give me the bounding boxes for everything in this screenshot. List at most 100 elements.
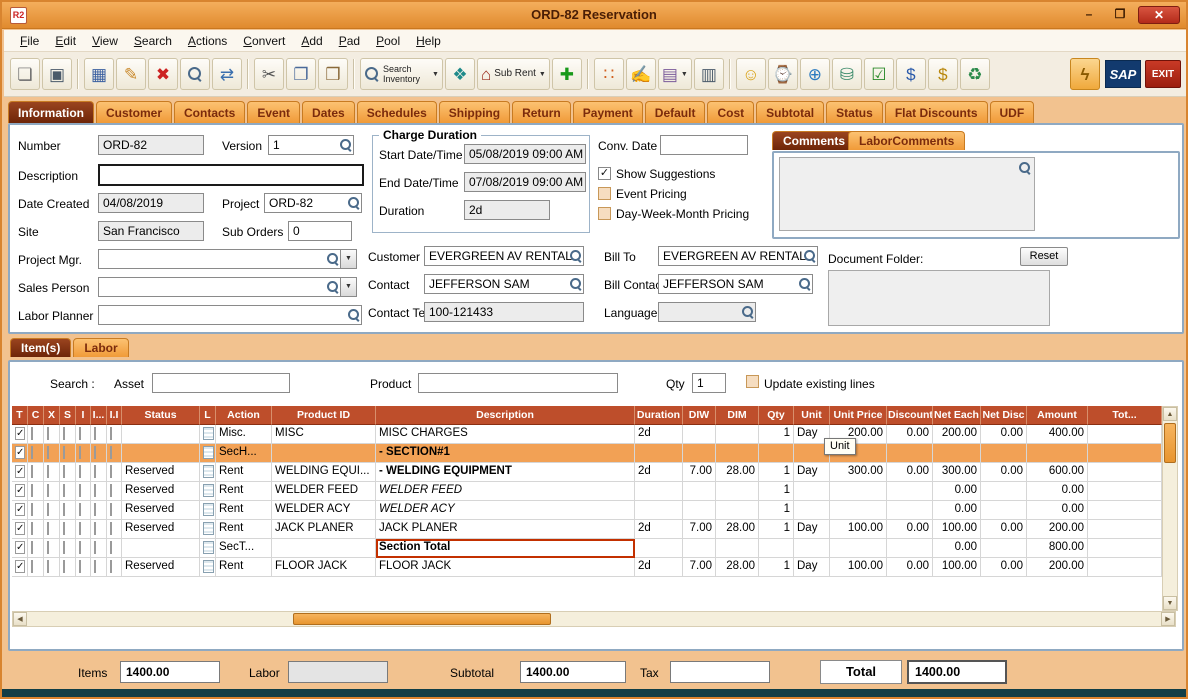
tab-schedules[interactable]: Schedules (357, 101, 437, 123)
table-row[interactable]: Misc.MISCMISC CHARGES2d1Day200.000.00200… (12, 425, 1162, 444)
reset-button[interactable]: Reset (1020, 247, 1068, 266)
export-button[interactable]: ⇄ (212, 58, 242, 90)
menu-pad[interactable]: Pad (331, 32, 368, 50)
column-header-t[interactable]: T (12, 406, 28, 425)
menu-search[interactable]: Search (126, 32, 180, 50)
row-checkbox[interactable] (15, 484, 25, 497)
tab-information[interactable]: Information (8, 101, 94, 123)
table-row[interactable]: ReservedRentFLOOR JACKFLOOR JACK2d7.0028… (12, 558, 1162, 577)
menu-actions[interactable]: Actions (180, 32, 235, 50)
column-header-i-[interactable]: I... (91, 406, 107, 425)
currency-button[interactable]: $ (896, 58, 926, 90)
row-checkbox[interactable] (47, 465, 49, 478)
table-row[interactable]: ReservedRentWELDING EQUI...- WELDING EQU… (12, 463, 1162, 482)
row-checkbox[interactable] (15, 503, 25, 516)
column-header-unit-price[interactable]: Unit Price (830, 406, 887, 425)
column-header-c[interactable]: C (28, 406, 44, 425)
search-icon[interactable] (347, 196, 360, 209)
column-header-dim[interactable]: DIM (716, 406, 759, 425)
show-suggestions-checkbox[interactable] (598, 167, 611, 180)
duration-field[interactable]: 2d (464, 200, 550, 220)
shapes-button[interactable]: ❖ (445, 58, 475, 90)
row-checkbox[interactable] (47, 484, 49, 497)
menu-pool[interactable]: Pool (368, 32, 408, 50)
horizontal-scrollbar[interactable]: ◀ ▶ (12, 611, 1176, 627)
row-checkbox[interactable] (31, 446, 33, 459)
column-header-description[interactable]: Description (376, 406, 635, 425)
scroll-left-arrow[interactable]: ◀ (13, 612, 27, 626)
search-icon[interactable] (569, 249, 582, 262)
project-mgr-field[interactable] (98, 249, 341, 269)
row-checkbox[interactable] (110, 484, 112, 497)
row-checkbox[interactable] (63, 503, 65, 516)
scroll-right-arrow[interactable]: ▶ (1161, 612, 1175, 626)
delete-button[interactable]: ✖ (148, 58, 178, 90)
column-header-discount[interactable]: Discount (887, 406, 933, 425)
sync-button[interactable]: ♻ (960, 58, 990, 90)
sales-person-dropdown[interactable]: ▼ (340, 277, 357, 297)
sap-button[interactable]: SAP (1105, 60, 1141, 88)
search-icon[interactable] (326, 252, 339, 265)
menu-convert[interactable]: Convert (235, 32, 293, 50)
database-button[interactable]: ⛁ (832, 58, 862, 90)
row-checkbox[interactable] (110, 446, 112, 459)
row-checkbox[interactable] (15, 446, 25, 459)
column-header-unit[interactable]: Unit (794, 406, 830, 425)
column-header-net-disc[interactable]: Net Disc (981, 406, 1027, 425)
column-header-duration[interactable]: Duration (635, 406, 683, 425)
site-field[interactable]: San Francisco (98, 221, 204, 241)
quick-actions-button[interactable]: ϟ (1070, 58, 1100, 90)
edit-button[interactable]: ✎ (116, 58, 146, 90)
labor-planner-field[interactable] (98, 305, 362, 325)
sales-person-field[interactable] (98, 277, 341, 297)
row-checkbox[interactable] (31, 541, 33, 554)
print-preview-button[interactable]: ▥ (694, 58, 724, 90)
table-row[interactable]: SecH...- SECTION#1 (12, 444, 1162, 463)
exit-button[interactable]: EXIT (1145, 60, 1181, 88)
language-field[interactable] (658, 302, 756, 322)
menu-view[interactable]: View (84, 32, 126, 50)
edit-note-button[interactable]: ✍ (626, 58, 656, 90)
end-date-field[interactable]: 07/08/2019 09:00 AM (464, 172, 586, 192)
row-checkbox[interactable] (79, 560, 81, 573)
row-checkbox[interactable] (31, 427, 33, 440)
row-checkbox[interactable] (79, 484, 81, 497)
table-row[interactable]: ReservedRentJACK PLANERJACK PLANER2d7.00… (12, 520, 1162, 539)
cut-button[interactable]: ✂ (254, 58, 284, 90)
column-header-product-id[interactable]: Product ID (272, 406, 376, 425)
search-icon[interactable] (569, 277, 582, 290)
column-header-x[interactable]: X (44, 406, 60, 425)
search-icon[interactable] (326, 280, 339, 293)
column-header-net-each[interactable]: Net Each (933, 406, 981, 425)
tab-flat-discounts[interactable]: Flat Discounts (885, 101, 988, 123)
row-checkbox[interactable] (63, 560, 65, 573)
new-document-button[interactable]: ❏ (10, 58, 40, 90)
layers-button[interactable]: ▤▼ (658, 58, 692, 90)
qty-input[interactable]: 1 (692, 373, 726, 393)
tab-cost[interactable]: Cost (707, 101, 754, 123)
row-checkbox[interactable] (47, 446, 49, 459)
scroll-down-arrow[interactable]: ▼ (1163, 596, 1177, 610)
row-checkbox[interactable] (110, 541, 112, 554)
contact-tel-field[interactable]: 100-121433 (424, 302, 584, 322)
menu-help[interactable]: Help (408, 32, 449, 50)
search-icon[interactable] (1018, 161, 1031, 174)
add-button[interactable]: ✚ (552, 58, 582, 90)
web-button[interactable]: ⊕ (800, 58, 830, 90)
row-checkbox[interactable] (15, 522, 25, 535)
row-checkbox[interactable] (15, 427, 25, 440)
status-circles-button[interactable]: ∷ (594, 58, 624, 90)
table-row[interactable]: SecT...Section Total0.00800.00 (12, 539, 1162, 558)
row-checkbox[interactable] (94, 465, 96, 478)
event-pricing-checkbox[interactable] (598, 187, 611, 200)
scroll-up-arrow[interactable]: ▲ (1163, 407, 1177, 421)
vertical-scrollbar[interactable]: ▲ ▼ (1162, 406, 1178, 611)
tab-contacts[interactable]: Contacts (174, 101, 245, 123)
tab-status[interactable]: Status (826, 101, 883, 123)
bill-contact-field[interactable]: JEFFERSON SAM (658, 274, 813, 294)
horizontal-scroll-thumb[interactable] (293, 613, 551, 625)
row-checkbox[interactable] (63, 427, 65, 440)
tab-customer[interactable]: Customer (96, 101, 172, 123)
row-checkbox[interactable] (79, 465, 81, 478)
column-header-s[interactable]: S (60, 406, 76, 425)
